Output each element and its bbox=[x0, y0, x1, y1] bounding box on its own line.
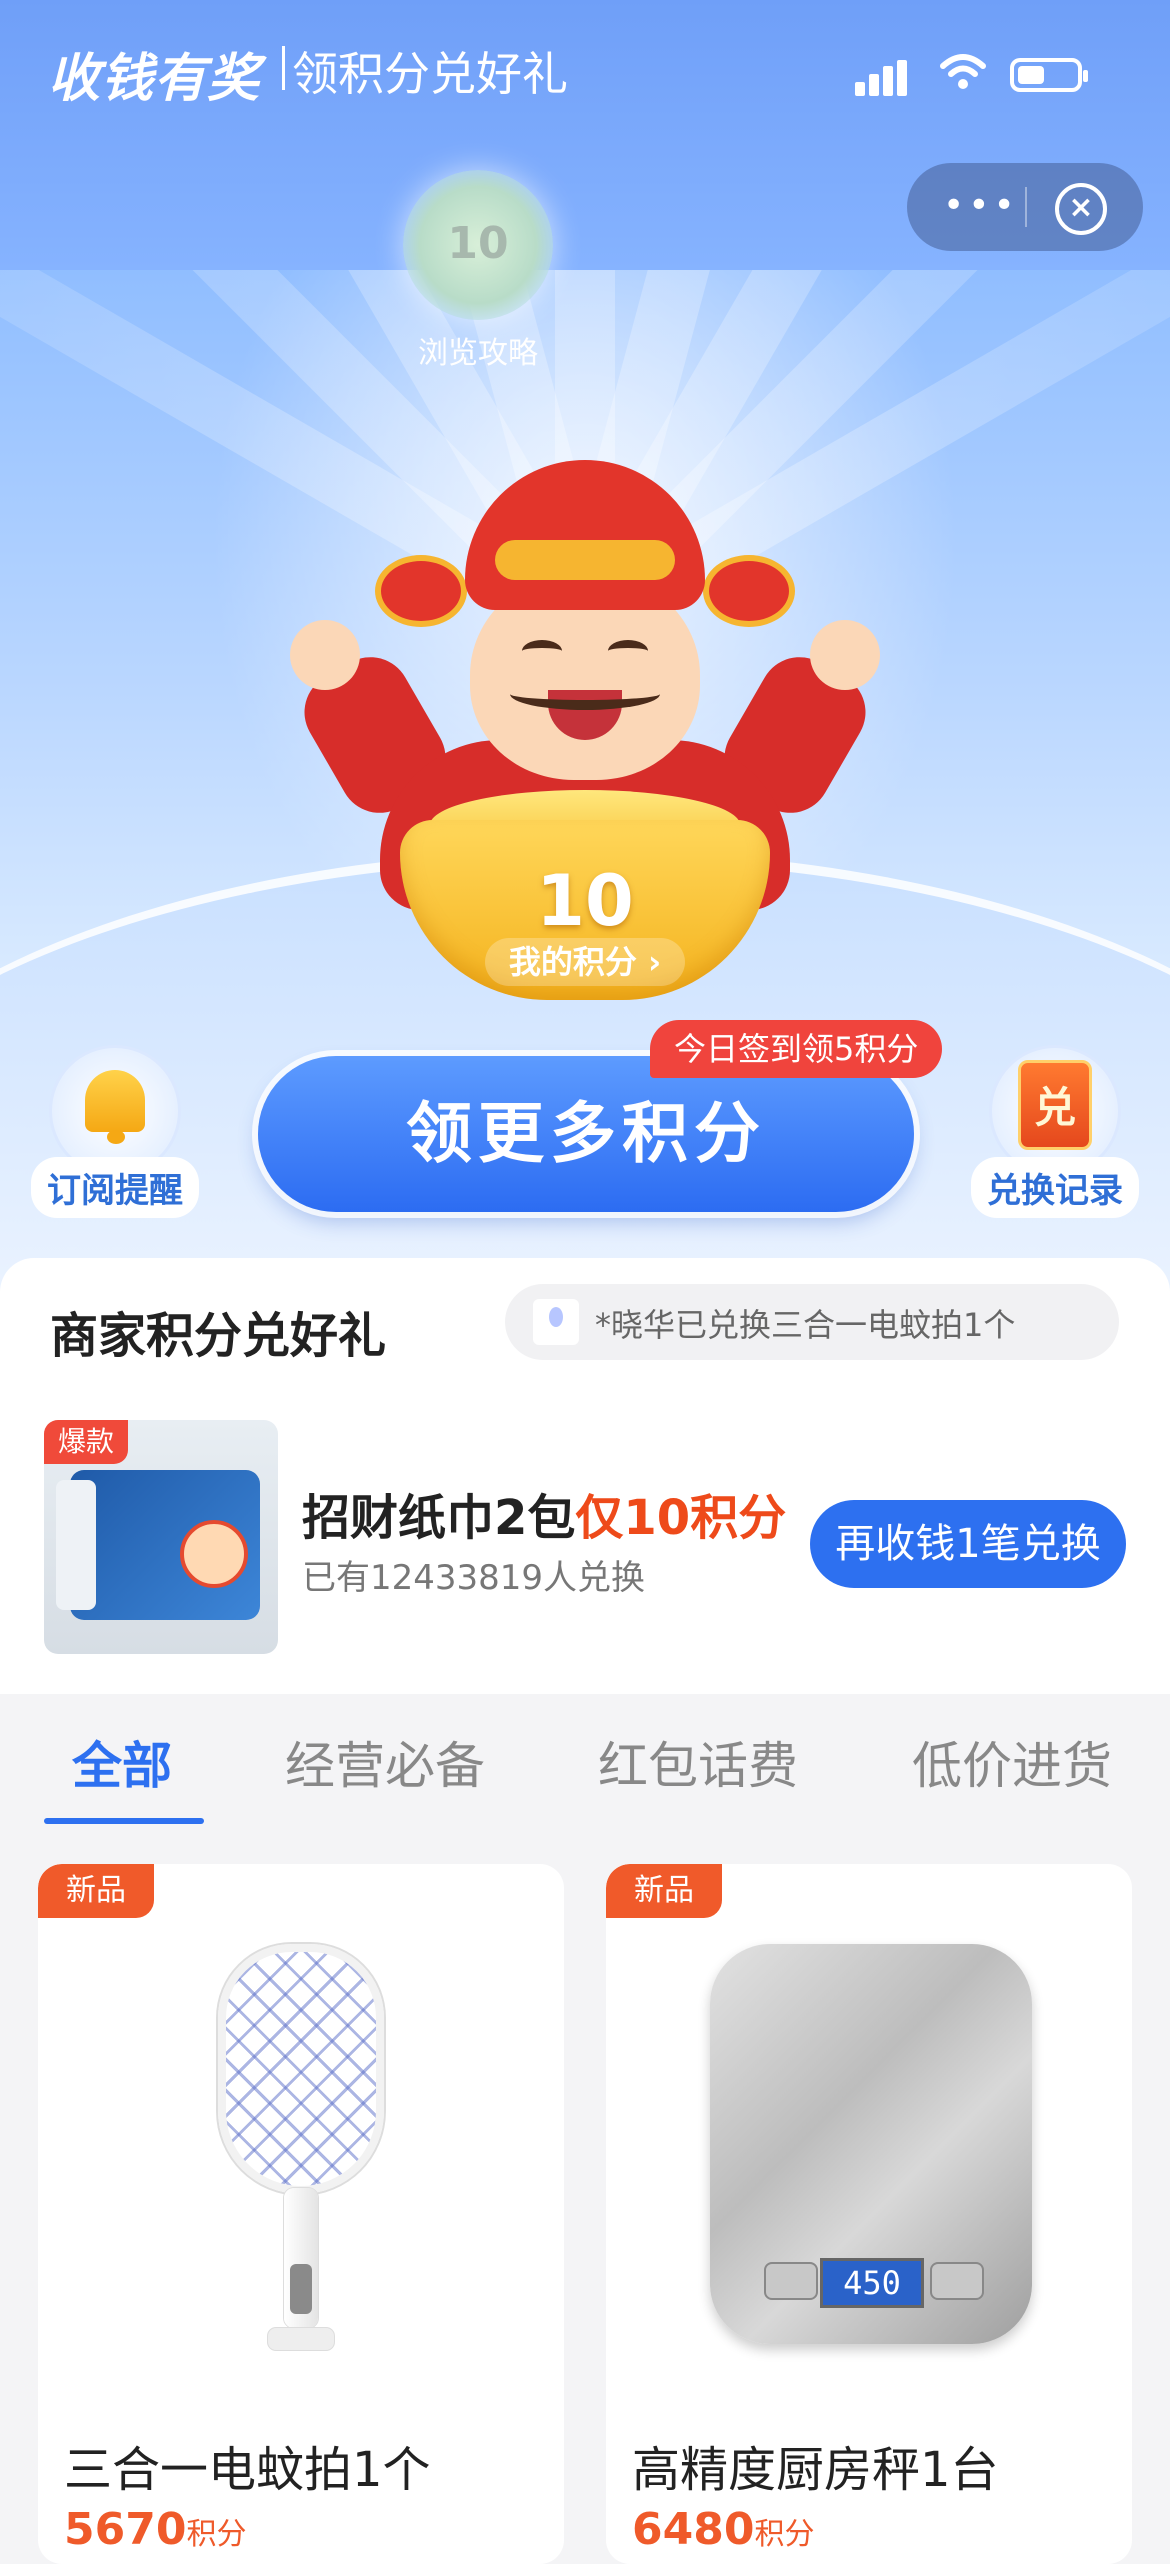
subscribe-reminder-label: 订阅提醒 bbox=[31, 1157, 199, 1218]
title-divider bbox=[282, 46, 285, 90]
battery-icon bbox=[1010, 58, 1088, 92]
get-more-points-button[interactable]: 领更多积分 bbox=[258, 1056, 914, 1212]
tab-low-price-purchase[interactable]: 低价进货 bbox=[912, 1726, 1112, 1798]
capsule-divider bbox=[1025, 187, 1027, 227]
sign-in-badge: 今日签到领5积分 bbox=[650, 1020, 943, 1078]
more-button[interactable]: ••• bbox=[943, 188, 1019, 224]
product-image: 450 bbox=[710, 1944, 1032, 2344]
my-points-value: 10 bbox=[536, 860, 634, 942]
product-price: 6480积分 bbox=[632, 2504, 815, 2555]
exchange-record-label: 兑换记录 bbox=[971, 1157, 1139, 1218]
user-avatar bbox=[533, 1299, 579, 1345]
close-button[interactable]: × bbox=[1055, 183, 1107, 235]
tab-business-essentials[interactable]: 经营必备 bbox=[285, 1726, 485, 1798]
coin-icon: 10 bbox=[403, 170, 553, 320]
collect-to-exchange-button[interactable]: 再收钱1笔兑换 bbox=[810, 1500, 1126, 1588]
exchange-record-button[interactable]: 兑 兑换记录 bbox=[970, 1045, 1140, 1218]
ticker-text: *晓华已兑换三合一电蚊拍1个 bbox=[595, 1306, 1016, 1344]
browse-strategy-button[interactable]: 10 浏览攻略 bbox=[398, 170, 558, 372]
product-name: 三合一电蚊拍1个 bbox=[64, 2442, 431, 2498]
featured-product-price: 仅10积分 bbox=[575, 1490, 787, 1546]
new-badge: 新品 bbox=[606, 1864, 722, 1918]
mini-program-capsule: ••• × bbox=[907, 163, 1143, 251]
bell-icon bbox=[85, 1070, 145, 1144]
subscribe-reminder-button[interactable]: 订阅提醒 bbox=[30, 1045, 200, 1218]
browse-strategy-label: 浏览攻略 bbox=[418, 336, 538, 371]
product-card[interactable]: 450 新品 高精度厨房秤1台 6480积分 bbox=[606, 1864, 1132, 2564]
product-image bbox=[218, 1944, 388, 2350]
featured-product-title: 招财纸巾2包仅10积分 bbox=[302, 1478, 786, 1548]
new-badge: 新品 bbox=[38, 1864, 154, 1918]
featured-product-name: 招财纸巾2包 bbox=[302, 1490, 576, 1546]
wifi-icon bbox=[940, 54, 986, 89]
coin-value: 10 bbox=[447, 218, 509, 269]
featured-product-count: 已有12433819人兑换 bbox=[302, 1558, 646, 1598]
hot-badge: 爆款 bbox=[44, 1420, 128, 1464]
page-title: 领积分兑好礼 bbox=[292, 47, 568, 101]
brand-logo: 收钱有奖 bbox=[48, 49, 261, 109]
tab-red-packet-topup[interactable]: 红包话费 bbox=[598, 1726, 798, 1798]
product-price: 5670积分 bbox=[64, 2504, 247, 2555]
exchange-icon: 兑 bbox=[1018, 1060, 1092, 1150]
product-card[interactable]: 新品 三合一电蚊拍1个 5670积分 bbox=[38, 1864, 564, 2564]
tab-all[interactable]: 全部 bbox=[72, 1726, 172, 1798]
scale-display: 450 bbox=[820, 2258, 924, 2308]
my-points-link[interactable]: 我的积分 › bbox=[485, 938, 685, 986]
merchant-section-title: 商家积分兑好礼 bbox=[50, 1308, 387, 1364]
category-tabs: 全部 经营必备 红包话费 低价进货 bbox=[0, 1694, 1170, 1824]
exchange-ticker: *晓华已兑换三合一电蚊拍1个 bbox=[505, 1284, 1119, 1360]
active-tab-indicator bbox=[44, 1818, 204, 1824]
product-name: 高精度厨房秤1台 bbox=[632, 2442, 999, 2498]
